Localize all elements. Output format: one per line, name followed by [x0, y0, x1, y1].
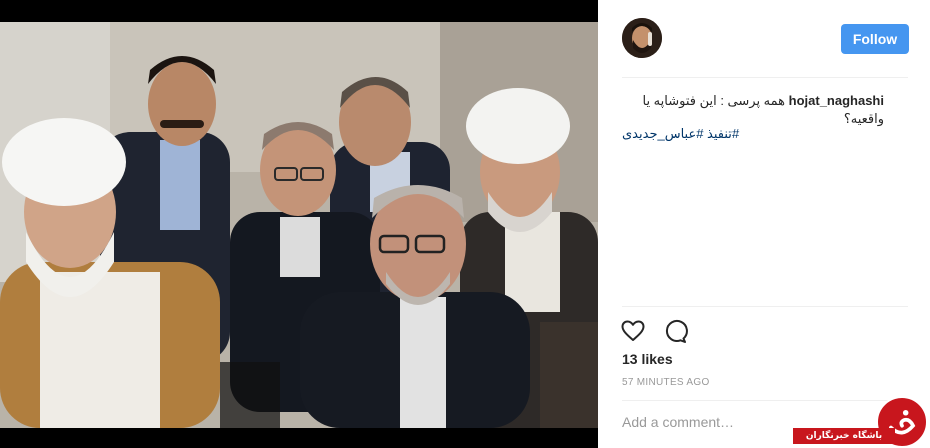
caption-username[interactable]: hojat_naghashi	[789, 93, 884, 108]
watermark: باشگاه خبرنگاران	[793, 396, 930, 448]
divider	[622, 306, 908, 307]
post-header: Follow	[622, 0, 909, 78]
heart-icon[interactable]	[620, 318, 646, 344]
avatar-icon[interactable]	[622, 18, 662, 58]
comment-icon[interactable]	[662, 318, 688, 344]
post-timestamp[interactable]: 57 MINUTES AGO	[622, 377, 710, 388]
watermark-label: باشگاه خبرنگاران	[793, 428, 895, 444]
likes-count[interactable]: 13 likes	[622, 351, 673, 367]
post-sidebar: Follow hojat_naghashi همه پرسی : این فتو…	[598, 0, 930, 448]
post-photo	[0, 22, 598, 428]
follow-button[interactable]: Follow	[841, 24, 909, 54]
photo-of-seated-men	[0, 22, 598, 428]
post-caption: hojat_naghashi همه پرسی : این فتوشاپه یا…	[622, 92, 884, 128]
post-actions	[620, 318, 688, 344]
caption-hashtags[interactable]: تنفیذ #عباس_جدیدی#	[622, 126, 884, 142]
post-media	[0, 0, 598, 448]
